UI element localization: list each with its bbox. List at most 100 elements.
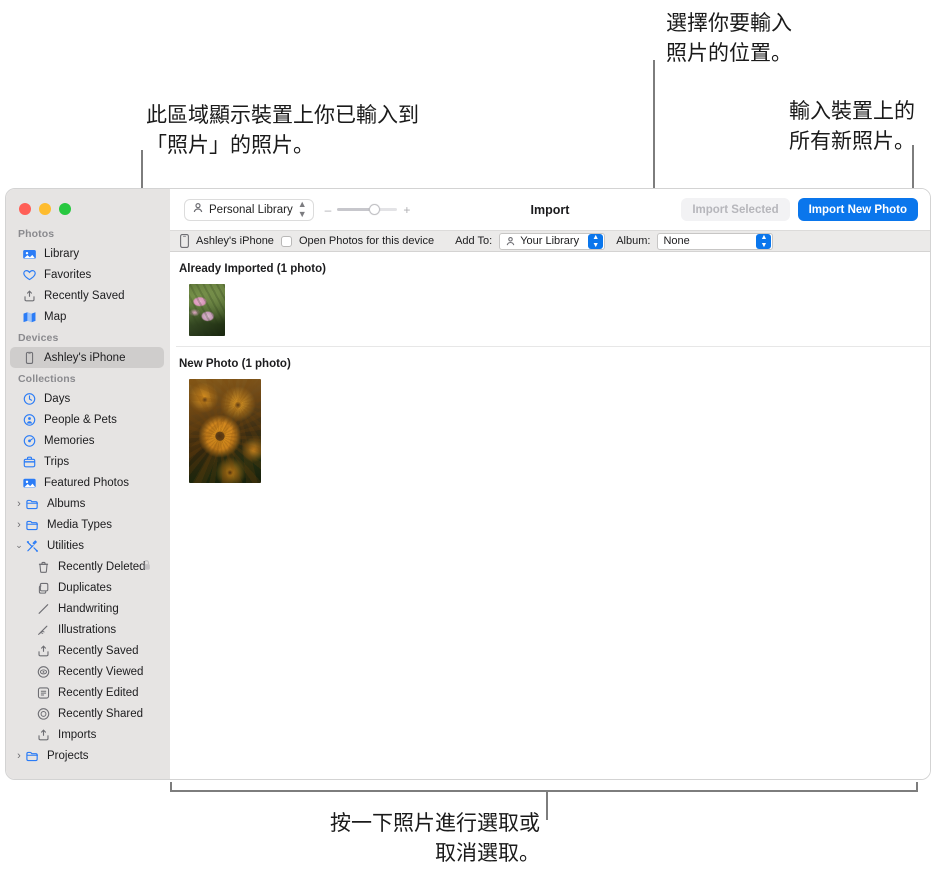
sidebar-item-featured-photos[interactable]: Featured Photos — [6, 472, 170, 493]
sidebar-item-label: Map — [44, 310, 67, 323]
sidebar-item-label: Utilities — [47, 539, 85, 552]
photos-app-window: Photos Library Favorites Recently Saved Map D… — [5, 188, 931, 780]
featured-icon — [22, 476, 37, 490]
tray-up-icon — [36, 644, 51, 658]
sidebar-item-label: Recently Saved — [44, 289, 125, 302]
import-photo-list[interactable]: Already Imported (1 photo) New Photo (1 p… — [170, 252, 930, 779]
pink-flowers-photo[interactable] — [189, 284, 225, 336]
sidebar-item-label: Recently Viewed — [58, 665, 144, 678]
trash-icon — [36, 560, 51, 574]
pen-icon — [36, 602, 51, 616]
sidebar-section-header: Collections — [18, 373, 76, 385]
zoom-button[interactable] — [59, 203, 71, 215]
slider-track-empty — [379, 208, 398, 211]
library-icon — [22, 247, 37, 261]
photo-group-heading: Already Imported (1 photo) — [179, 263, 326, 275]
add-to-label: Add To: — [455, 235, 493, 247]
sidebar-item-recently-deleted[interactable]: Recently Deleted — [6, 556, 170, 577]
map-icon — [22, 310, 37, 324]
sidebar-item-days[interactable]: Days — [6, 388, 170, 409]
iphone-icon — [180, 234, 189, 248]
chevron-updown-icon: ▲ ▼ — [297, 199, 307, 219]
callout-top-center: 選擇你要輸入 照片的位置。 — [666, 11, 792, 65]
heart-icon — [22, 268, 37, 282]
person-icon — [505, 236, 516, 247]
orange-flowers-photo[interactable] — [189, 379, 261, 483]
sidebar-item-label: Handwriting — [58, 602, 119, 615]
sidebar-item-recently-shared[interactable]: Recently Shared — [6, 703, 170, 724]
photo-group-heading: New Photo (1 photo) — [179, 358, 291, 370]
edit-square-icon — [36, 686, 51, 700]
sidebar-item-label: Ashley's iPhone — [44, 351, 126, 364]
sidebar-item-label: Recently Shared — [58, 707, 144, 720]
close-button[interactable] — [19, 203, 31, 215]
callout-bottom-stem — [546, 790, 548, 820]
sidebar-item-ashley-s-iphone[interactable]: Ashley's iPhone — [10, 347, 164, 368]
sidebar-item-label: Recently Deleted — [58, 560, 146, 573]
import-options-bar: Ashley's iPhone Open Photos for this dev… — [170, 230, 930, 252]
sidebar-item-favorites[interactable]: Favorites — [6, 264, 170, 285]
sidebar-item-library[interactable]: Library — [6, 243, 170, 264]
chevron-down-icon[interactable]: ⌄ — [14, 540, 24, 551]
eye-circle-icon — [36, 665, 51, 679]
sidebar: Photos Library Favorites Recently Saved Map D… — [6, 189, 170, 779]
sidebar-item-imports[interactable]: Imports — [6, 724, 170, 745]
album-label: Album: — [616, 235, 651, 247]
sidebar-item-media-types[interactable]: › Media Types — [6, 514, 170, 535]
clock-icon — [22, 392, 37, 406]
person-icon — [192, 202, 204, 217]
minimize-button[interactable] — [39, 203, 51, 215]
import-selected-button[interactable]: Import Selected — [681, 198, 790, 221]
sidebar-item-recently-edited[interactable]: Recently Edited — [6, 682, 170, 703]
folder-icon — [25, 497, 40, 511]
zoom-slider-group[interactable]: – + — [325, 203, 411, 217]
add-to-popup[interactable]: Your Library ▲ ▼ — [499, 232, 606, 250]
zoom-out-label: – — [324, 202, 332, 217]
sidebar-item-map[interactable]: Map — [6, 306, 170, 327]
folder-icon — [25, 518, 40, 532]
memories-icon — [22, 434, 37, 448]
chevron-updown-icon: ▲ ▼ — [756, 233, 772, 249]
callout-bottom-bracket-top — [170, 790, 918, 792]
import-new-photo-button[interactable]: Import New Photo — [797, 198, 918, 221]
sidebar-item-recently-saved[interactable]: Recently Saved — [6, 285, 170, 306]
open-photos-checkbox[interactable] — [280, 235, 292, 247]
library-popup-label: Personal Library — [209, 203, 293, 216]
library-popup-button[interactable]: Personal Library ▲ ▼ — [184, 198, 314, 221]
iphone-icon — [22, 351, 37, 365]
sidebar-item-people-pets[interactable]: People & Pets — [6, 409, 170, 430]
sidebar-item-memories[interactable]: Memories — [6, 430, 170, 451]
slider-knob[interactable] — [369, 204, 381, 215]
album-popup[interactable]: None ▲ ▼ — [657, 232, 774, 250]
open-photos-label: Open Photos for this device — [298, 235, 435, 247]
sidebar-item-label: Recently Edited — [58, 686, 139, 699]
album-value: None — [663, 234, 690, 247]
sidebar-item-handwriting[interactable]: Handwriting — [6, 598, 170, 619]
sidebar-item-trips[interactable]: Trips — [6, 451, 170, 472]
chevron-right-icon[interactable]: › — [14, 750, 24, 762]
callout-left-top: 此區域顯示裝置上你已輸入到 「照片」的照片。 — [146, 103, 419, 157]
device-name-label: Ashley's iPhone — [196, 235, 274, 247]
sidebar-item-label: Memories — [44, 434, 95, 447]
sidebar-item-illustrations[interactable]: Illustrations — [6, 619, 170, 640]
sidebar-item-utilities[interactable]: ⌄ Utilities — [6, 535, 170, 556]
sidebar-item-duplicates[interactable]: Duplicates — [6, 577, 170, 598]
callout-top-right: 輸入裝置上的 所有新照片。 — [789, 99, 915, 153]
sidebar-item-recently-saved[interactable]: Recently Saved — [6, 640, 170, 661]
photo-image — [189, 284, 225, 336]
callout-bottom: 按一下照片進行選取或 取消選取。 — [330, 811, 540, 865]
sidebar-item-label: Library — [44, 247, 80, 260]
sidebar-item-label: Days — [44, 392, 71, 405]
sidebar-item-label: Projects — [47, 749, 89, 762]
sidebar-item-label: Recently Saved — [58, 644, 139, 657]
chevron-right-icon[interactable]: › — [14, 519, 24, 531]
sidebar-item-recently-viewed[interactable]: Recently Viewed — [6, 661, 170, 682]
chevron-updown-icon: ▲ ▼ — [588, 233, 604, 249]
sidebar-item-projects[interactable]: › Projects — [6, 745, 170, 766]
sidebar-item-albums[interactable]: › Albums — [6, 493, 170, 514]
sidebar-item-label: Media Types — [47, 518, 112, 531]
zoom-slider[interactable] — [337, 203, 398, 217]
chevron-right-icon[interactable]: › — [14, 498, 24, 510]
sidebar-item-label: Favorites — [44, 268, 92, 281]
tray-up-icon — [36, 728, 51, 742]
